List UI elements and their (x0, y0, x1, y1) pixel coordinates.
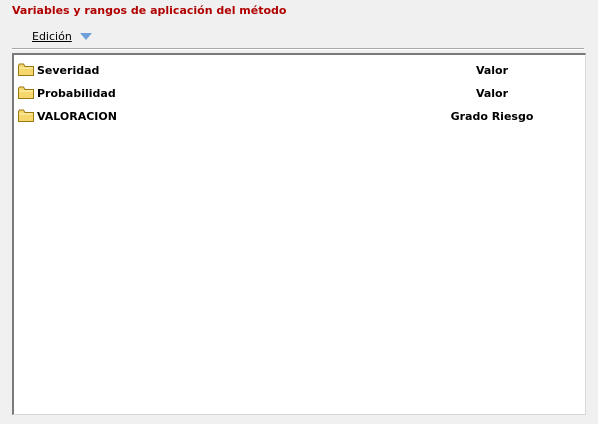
tree-row-probabilidad[interactable]: Probabilidad Valor (18, 84, 585, 102)
tree-panel: Severidad Valor Probabilidad Valor VALOR… (12, 53, 586, 415)
tree-row-value: Valor (475, 64, 509, 77)
menu-edicion[interactable]: Edición (32, 30, 72, 43)
tree-row-label: VALORACION (37, 110, 117, 123)
menu-separator (12, 48, 584, 50)
folder-icon (18, 63, 34, 76)
tree-row-label: Severidad (37, 64, 100, 77)
tree-row-label: Probabilidad (37, 87, 116, 100)
tree-row-value: Grado Riesgo (450, 110, 534, 123)
menu-bar: Edición (32, 29, 92, 43)
tree-row-severidad[interactable]: Severidad Valor (18, 61, 585, 79)
tree-row-value: Valor (475, 87, 509, 100)
tree-row-valoracion[interactable]: VALORACION Grado Riesgo (18, 107, 585, 125)
page-title: Variables y rangos de aplicación del mét… (12, 4, 287, 17)
folder-icon (18, 86, 34, 99)
folder-icon (18, 109, 34, 122)
dropdown-arrow-icon[interactable] (79, 33, 92, 40)
